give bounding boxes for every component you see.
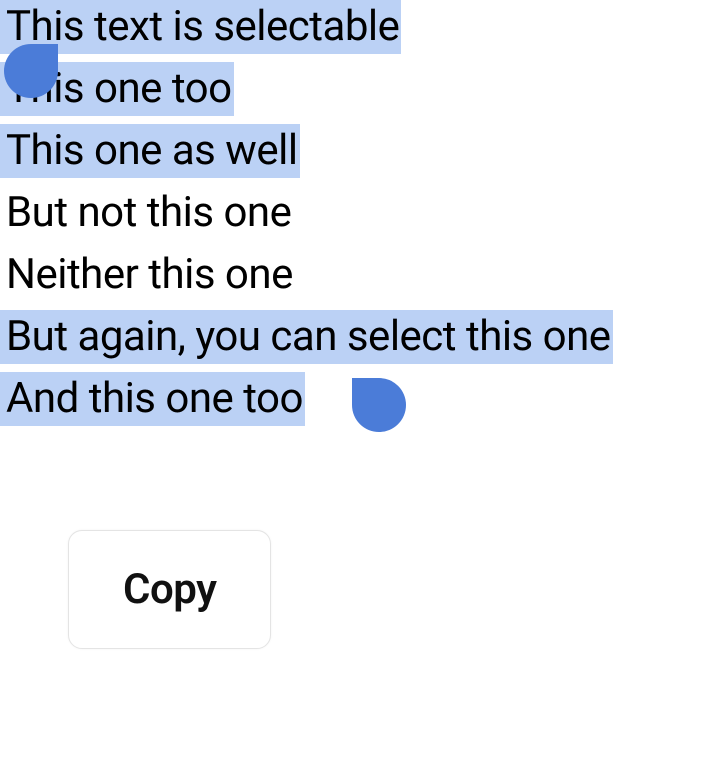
selection-handle-end-icon[interactable] (352, 378, 406, 432)
text-line[interactable]: This text is selectable (0, 0, 401, 54)
selection-handle-start-icon[interactable] (4, 44, 58, 98)
copy-button[interactable]: Copy (123, 565, 216, 614)
text-line[interactable]: This one as well (0, 124, 300, 178)
text-line[interactable]: But again, you can select this one (0, 310, 613, 364)
copy-popup[interactable]: Copy (68, 530, 271, 649)
text-line[interactable]: But not this one (0, 186, 293, 240)
text-container[interactable]: This text is selectable This one too Thi… (0, 0, 724, 434)
text-line[interactable]: Neither this one (0, 248, 295, 302)
text-line[interactable]: And this one too (0, 372, 305, 426)
